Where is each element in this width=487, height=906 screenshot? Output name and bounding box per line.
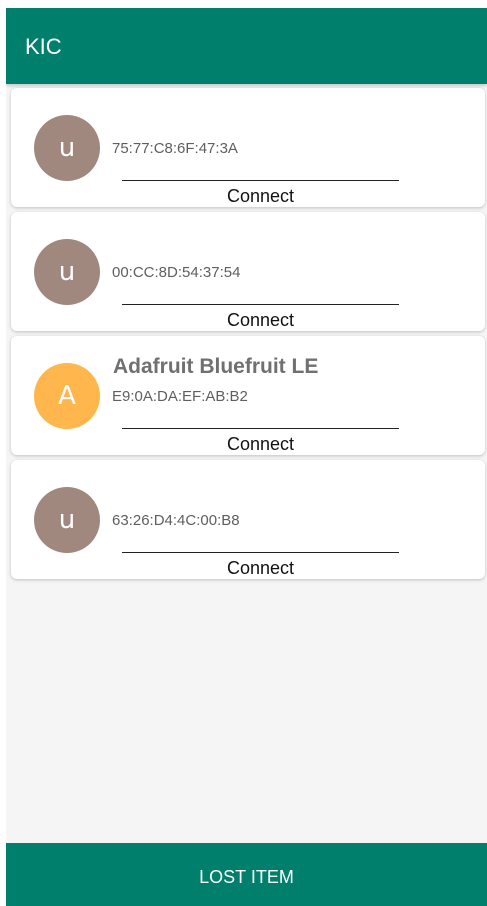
device-avatar: A [34, 363, 100, 429]
divider [122, 180, 399, 181]
device-name: Adafruit Bluefruit LE [113, 355, 319, 378]
device-card[interactable]: u 00:CC:8D:54:37:54 Connect [11, 212, 485, 331]
device-avatar: u [34, 487, 100, 553]
device-card[interactable]: u 63:26:D4:4C:00:B8 Connect [11, 460, 485, 579]
device-avatar: u [34, 115, 100, 181]
device-address: 75:77:C8:6F:47:3A [112, 140, 238, 157]
device-address: 00:CC:8D:54:37:54 [112, 264, 241, 281]
device-address: 63:26:D4:4C:00:B8 [112, 512, 240, 529]
device-address: E9:0A:DA:EF:AB:B2 [112, 388, 248, 405]
divider [122, 552, 399, 553]
connect-button[interactable]: Connect [122, 310, 399, 331]
app-title: KIC [25, 34, 62, 59]
device-card[interactable]: u 75:77:C8:6F:47:3A Connect [11, 88, 485, 207]
connect-button[interactable]: Connect [122, 186, 399, 207]
app-bar: KIC [6, 8, 487, 84]
device-card[interactable]: A Adafruit Bluefruit LE E9:0A:DA:EF:AB:B… [11, 336, 485, 455]
connect-button[interactable]: Connect [122, 434, 399, 455]
connect-button[interactable]: Connect [122, 558, 399, 579]
divider [122, 428, 399, 429]
app-screen: KIC u 75:77:C8:6F:47:3A Connect u 00:CC:… [6, 8, 487, 906]
divider [122, 304, 399, 305]
lost-item-button[interactable]: LOST ITEM [6, 843, 487, 906]
device-avatar: u [34, 239, 100, 305]
